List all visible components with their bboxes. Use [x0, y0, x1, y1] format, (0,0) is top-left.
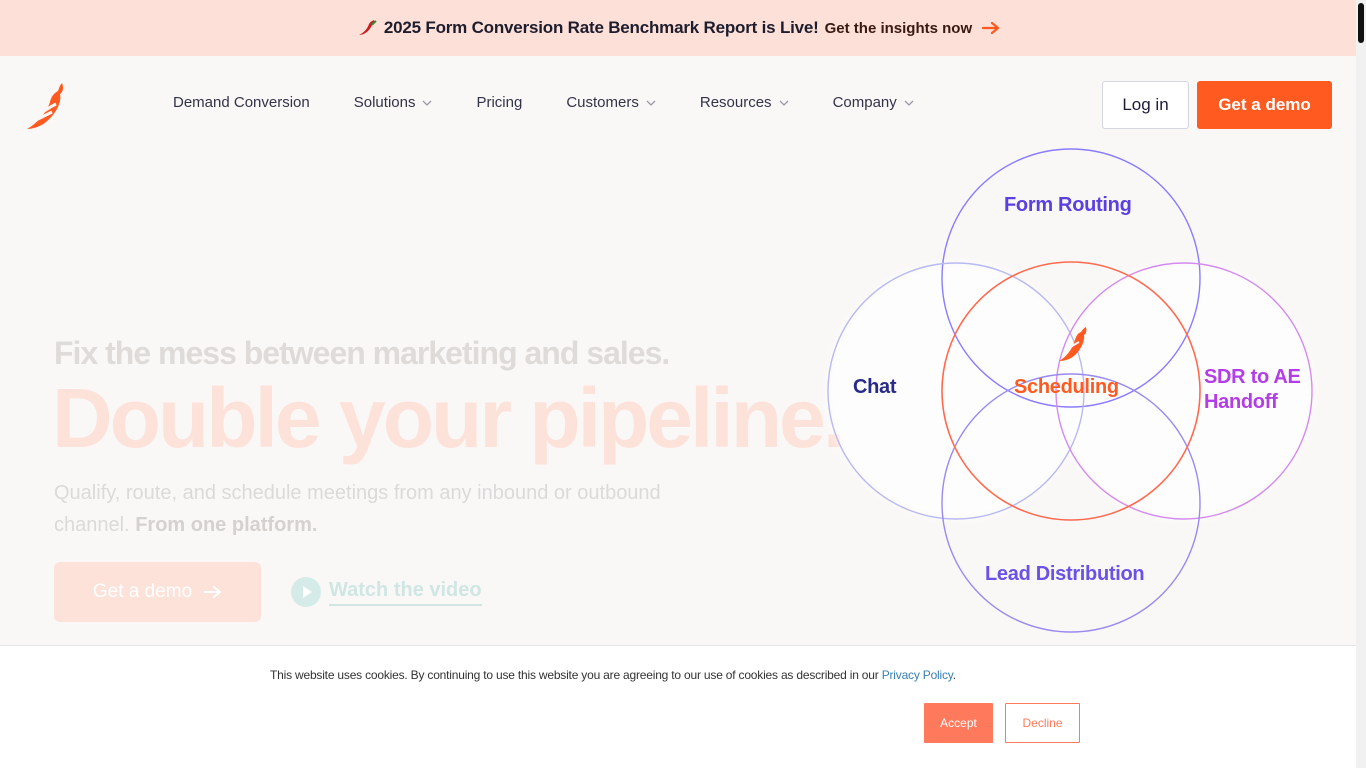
scrollbar-thumb[interactable]	[1358, 3, 1364, 43]
decline-cookies-button[interactable]: Decline	[1005, 703, 1080, 743]
hero-title: Double your pipeline.	[52, 371, 846, 465]
hero-description-bold: From one platform.	[135, 514, 318, 536]
nav-item-resources[interactable]: Resources	[700, 94, 789, 111]
arrow-right-icon[interactable]	[982, 21, 1000, 35]
banner-text: 2025 Form Conversion Rate Benchmark Repo…	[383, 18, 819, 37]
announcement-banner[interactable]: 2025 Form Conversion Rate Benchmark Repo…	[0, 0, 1356, 56]
hero-description: Qualify, route, and schedule meetings fr…	[54, 477, 714, 541]
chevron-down-icon	[423, 100, 432, 106]
nav-item-demand-conversion[interactable]: Demand Conversion	[173, 94, 310, 111]
nav-item-customers[interactable]: Customers	[566, 94, 656, 111]
venn-label-lead-distribution: Lead Distribution	[985, 563, 1145, 585]
nav-label: Solutions	[353, 94, 416, 111]
privacy-policy-link[interactable]: Privacy Policy	[882, 668, 953, 682]
venn-label-chat: Chat	[853, 376, 897, 398]
nav-label: Resources	[699, 94, 772, 111]
chili-pepper-icon	[358, 20, 377, 35]
venn-label-scheduling: Scheduling	[1014, 376, 1119, 398]
venn-label-sdr-line2: Handoff	[1204, 391, 1278, 413]
nav-label: Pricing	[476, 94, 523, 111]
chevron-down-icon	[779, 100, 789, 106]
hero-cta-label: Get a demo	[92, 581, 193, 602]
login-button[interactable]: Log in	[1102, 81, 1189, 129]
cookie-period: .	[952, 668, 956, 682]
accept-cookies-button[interactable]: Accept	[924, 703, 993, 743]
nav-label: Company	[832, 94, 897, 111]
nav-item-pricing[interactable]: Pricing	[476, 94, 522, 111]
watch-video-link[interactable]: Watch the video	[291, 577, 482, 607]
scrollbar[interactable]	[1356, 0, 1366, 768]
hero-subtitle: Fix the mess between marketing and sales…	[54, 335, 670, 371]
hero-get-demo-button[interactable]: Get a demo	[54, 562, 261, 622]
arrow-right-icon	[204, 586, 222, 598]
cookie-text: This website uses cookies. By continuing…	[270, 668, 956, 682]
chevron-down-icon	[646, 100, 656, 106]
play-icon	[291, 577, 321, 607]
watch-video-label: Watch the video	[329, 579, 482, 606]
chili-pepper-logo[interactable]	[26, 80, 74, 132]
cookie-consent-bar: This website uses cookies. By continuing…	[0, 645, 1356, 768]
venn-label-form-routing: Form Routing	[1004, 194, 1132, 216]
nav-menu: Demand Conversion Solutions Pricing Cust…	[173, 94, 958, 111]
product-venn-diagram: Form Routing Chat Scheduling SDR to AE Ha…	[818, 140, 1328, 645]
get-demo-button[interactable]: Get a demo	[1197, 81, 1332, 129]
nav-label: Demand Conversion	[173, 94, 310, 111]
cookie-message: This website uses cookies. By continuing…	[270, 668, 879, 682]
nav-item-solutions[interactable]: Solutions	[354, 94, 433, 111]
venn-label-sdr-line1: SDR to AE	[1204, 366, 1301, 388]
banner-link[interactable]: Get the insights now	[825, 20, 973, 37]
nav-item-company[interactable]: Company	[833, 94, 914, 111]
venn-label-sdr-ae-handoff: SDR to AE Handoff	[1204, 365, 1301, 415]
chevron-down-icon	[904, 100, 914, 106]
nav-label: Customers	[566, 94, 639, 111]
